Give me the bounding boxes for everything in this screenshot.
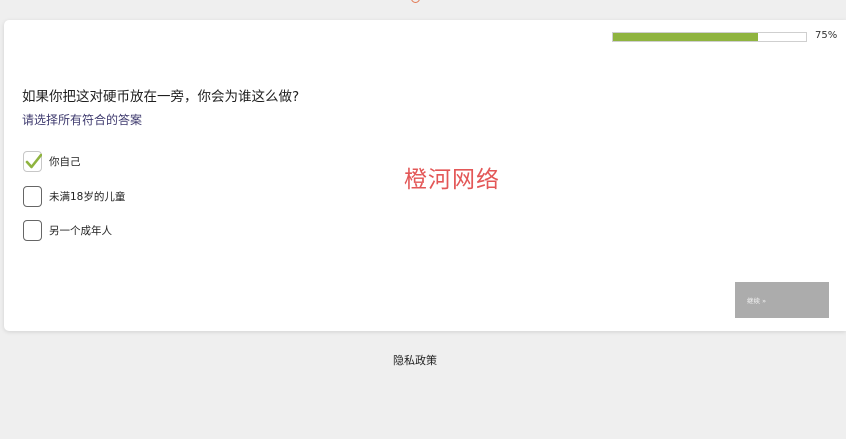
continue-button[interactable]: 继续 » xyxy=(735,282,829,318)
watermark-text: 橙河网络 xyxy=(404,167,500,193)
progress-bar xyxy=(612,32,807,42)
progress-label: 75% xyxy=(815,30,838,41)
question-hint: 请选择所有符合的答案 xyxy=(22,113,143,127)
survey-card: 75% 如果你把这对硬币放在一旁，你会为谁这么做? 请选择所有符合的答案 你自己… xyxy=(4,20,846,331)
option-another-adult[interactable]: 另一个成年人 xyxy=(23,219,112,241)
checkbox-minor-child[interactable] xyxy=(23,185,42,207)
top-indicator-icon xyxy=(411,0,420,3)
progress-bar-fill xyxy=(613,33,758,41)
option-label: 另一个成年人 xyxy=(49,224,112,237)
option-label: 未满18岁的儿童 xyxy=(49,190,126,203)
question-title: 如果你把这对硬币放在一旁，你会为谁这么做? xyxy=(22,89,300,105)
checkbox-another-adult[interactable] xyxy=(23,219,42,241)
option-minor-child[interactable]: 未满18岁的儿童 xyxy=(23,185,125,207)
checkmark-icon xyxy=(25,153,42,168)
privacy-policy-link[interactable]: 隐私政策 xyxy=(393,352,437,368)
option-label: 你自己 xyxy=(49,155,81,168)
checkbox-yourself[interactable] xyxy=(23,150,42,172)
option-yourself[interactable]: 你自己 xyxy=(23,150,81,172)
